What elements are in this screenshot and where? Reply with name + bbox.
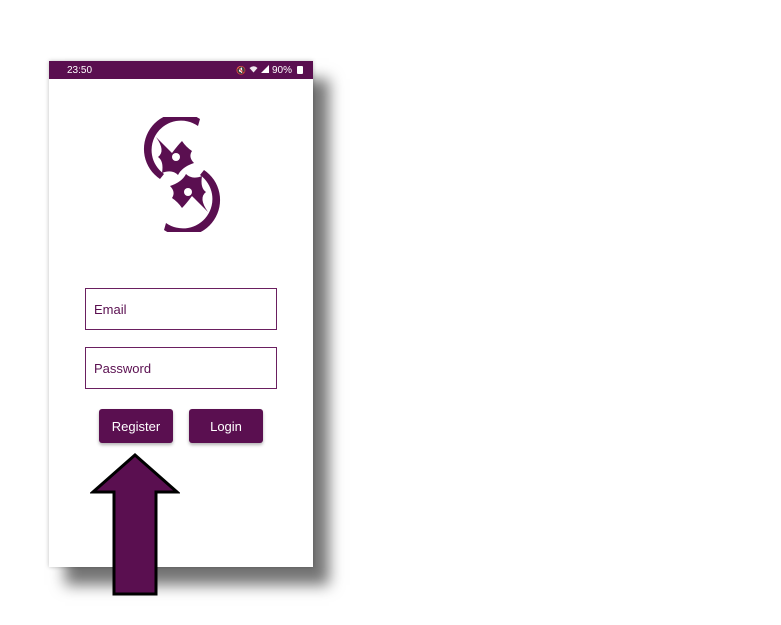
email-field[interactable] — [85, 288, 277, 330]
app-logo-icon — [143, 117, 221, 232]
status-time: 23:50 — [67, 64, 93, 76]
mute-icon: 🔇 — [236, 65, 246, 75]
battery-icon — [297, 66, 303, 74]
battery-percent: 90% — [271, 64, 292, 76]
wifi-icon — [249, 65, 258, 75]
login-button[interactable]: Login — [189, 409, 263, 443]
status-indicators: 🔇 90% — [236, 65, 303, 76]
phone-screen: 23:50 🔇 90% Email Register Login — [49, 61, 313, 567]
signal-icon — [260, 65, 269, 75]
status-bar: 23:50 🔇 90% — [49, 61, 313, 79]
password-field[interactable] — [85, 347, 277, 389]
screenshot-stage: 23:50 🔇 90% Email Register Login — [0, 0, 781, 625]
register-button[interactable]: Register — [99, 409, 173, 443]
up-arrow-icon — [90, 453, 180, 596]
